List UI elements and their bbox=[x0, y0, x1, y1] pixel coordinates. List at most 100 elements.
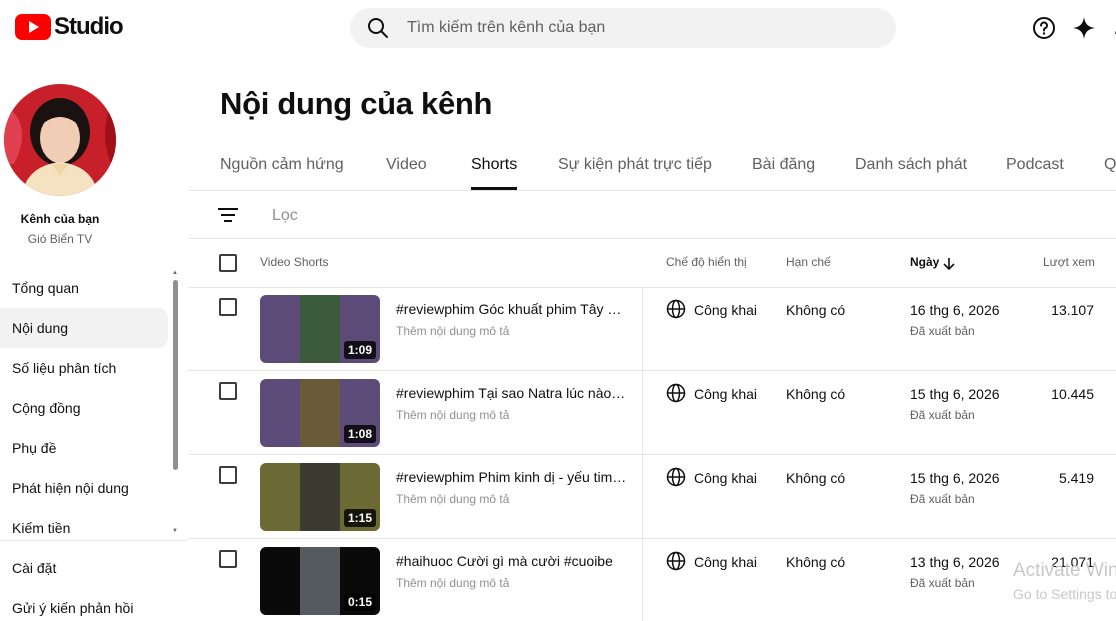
video-duration: 1:08 bbox=[343, 425, 376, 443]
tab-live[interactable]: Sự kiện phát trực tiếp bbox=[558, 144, 712, 190]
visibility-value[interactable]: Công khai bbox=[694, 554, 757, 570]
video-description[interactable]: Thêm nội dung mô tả bbox=[396, 492, 509, 506]
views-value: 5.419 bbox=[1058, 470, 1094, 486]
sidebar-item-community[interactable]: Cộng đồng bbox=[0, 388, 168, 428]
watermark-line2: Go to Settings to activate Windows. bbox=[1013, 586, 1116, 602]
sidebar-item-analytics[interactable]: Số liệu phân tích bbox=[0, 348, 168, 388]
filter-icon[interactable] bbox=[218, 206, 238, 224]
avatar-image bbox=[4, 84, 116, 196]
thumbnail-frame bbox=[300, 463, 340, 531]
header-visibility[interactable]: Chế độ hiển thị bbox=[666, 255, 747, 269]
date-value: 13 thg 6, 2026 bbox=[910, 554, 1000, 570]
sidebar-nav: Tổng quan Nội dung Số liệu phân tích Cộn… bbox=[0, 268, 168, 548]
search-box[interactable]: Tìm kiếm trên kênh của bạn bbox=[350, 8, 896, 48]
views-value: 13.107 bbox=[1051, 302, 1094, 318]
scrollbar-thumb[interactable] bbox=[173, 280, 178, 470]
video-duration: 1:15 bbox=[343, 509, 376, 527]
sidebar-item-monetization[interactable]: Kiếm tiền bbox=[0, 508, 168, 548]
filter-bar[interactable]: Lọc bbox=[188, 191, 1116, 239]
sparkle-icon[interactable] bbox=[1072, 16, 1096, 40]
sidebar-bottom-nav: Cài đặt Gửi ý kiến phản hồi bbox=[0, 548, 168, 621]
row-checkbox[interactable] bbox=[219, 466, 237, 484]
video-duration: 1:09 bbox=[343, 341, 376, 359]
publish-status: Đã xuất bản bbox=[910, 492, 975, 506]
restrictions-value: Không có bbox=[786, 302, 846, 318]
select-all-checkbox[interactable] bbox=[219, 254, 237, 272]
channel-name: Gió Biển TV bbox=[27, 232, 93, 246]
table-header: Video Shorts Chế độ hiển thị Hạn chế Ngà… bbox=[188, 239, 1116, 287]
scroll-up-icon[interactable]: ▲ bbox=[172, 270, 178, 276]
header-views[interactable]: Lượt xem bbox=[1043, 255, 1095, 269]
tab-more[interactable]: Q bbox=[1104, 144, 1116, 190]
video-thumbnail[interactable]: 1:15 bbox=[260, 463, 380, 531]
help-icon[interactable] bbox=[1032, 16, 1056, 40]
tab-inspiration[interactable]: Nguồn cảm hứng bbox=[220, 144, 344, 190]
row-checkbox[interactable] bbox=[219, 298, 237, 316]
sidebar-scrollbar[interactable]: ▲ ▼ bbox=[172, 270, 178, 536]
video-title[interactable]: #reviewphim Góc khuất phim Tây Du Ký bbox=[396, 301, 628, 317]
globe-icon bbox=[666, 383, 686, 403]
table-row[interactable]: 1:15 #reviewphim Phim kinh dị - yếu tim … bbox=[188, 455, 1116, 539]
column-divider bbox=[642, 455, 643, 539]
publish-status: Đã xuất bản bbox=[910, 576, 975, 590]
youtube-studio-app: Studio Tìm kiếm trên kênh của bạn Kênh c… bbox=[0, 0, 1116, 621]
channel-title: Kênh của bạn bbox=[20, 212, 100, 226]
header-video[interactable]: Video Shorts bbox=[260, 255, 329, 269]
sidebar-item-feedback[interactable]: Gửi ý kiến phản hồi bbox=[0, 588, 168, 621]
publish-status: Đã xuất bản bbox=[910, 408, 975, 422]
thumbnail-frame bbox=[300, 547, 340, 615]
column-divider bbox=[642, 287, 643, 371]
tab-video[interactable]: Video bbox=[386, 144, 427, 190]
restrictions-value: Không có bbox=[786, 386, 846, 402]
tab-posts[interactable]: Bài đăng bbox=[752, 144, 815, 190]
sidebar-item-dashboard[interactable]: Tổng quan bbox=[0, 268, 168, 308]
activate-windows-watermark: Activate Windows Go to Settings to activ… bbox=[1013, 560, 1116, 605]
visibility-value[interactable]: Công khai bbox=[694, 470, 757, 486]
globe-icon bbox=[666, 299, 686, 319]
visibility-value[interactable]: Công khai bbox=[694, 386, 757, 402]
video-thumbnail[interactable]: 1:09 bbox=[260, 295, 380, 363]
sidebar-item-subtitles[interactable]: Phụ đề bbox=[0, 428, 168, 468]
globe-icon bbox=[666, 551, 686, 571]
watermark-line1: Activate Windows bbox=[1013, 560, 1116, 581]
video-thumbnail[interactable]: 0:15 bbox=[260, 547, 380, 615]
table-row[interactable]: 1:09 #reviewphim Góc khuất phim Tây Du K… bbox=[188, 287, 1116, 371]
video-thumbnail[interactable]: 1:08 bbox=[260, 379, 380, 447]
video-title[interactable]: #reviewphim Tại sao Natra lúc nào cũng v… bbox=[396, 385, 628, 401]
video-description[interactable]: Thêm nội dung mô tả bbox=[396, 324, 509, 338]
tab-playlists[interactable]: Danh sách phát bbox=[855, 144, 967, 190]
thumbnail-frame bbox=[300, 295, 340, 363]
scroll-down-icon[interactable]: ▼ bbox=[172, 528, 178, 534]
sidebar-item-content[interactable]: Nội dung bbox=[0, 308, 168, 348]
channel-avatar[interactable] bbox=[4, 84, 116, 196]
table-row[interactable]: 1:08 #reviewphim Tại sao Natra lúc nào c… bbox=[188, 371, 1116, 455]
sort-arrow-down-icon bbox=[943, 258, 955, 271]
restrictions-value: Không có bbox=[786, 554, 846, 570]
header-date[interactable]: Ngày bbox=[910, 255, 955, 271]
studio-logo-text: Studio bbox=[54, 13, 124, 40]
video-description[interactable]: Thêm nội dung mô tả bbox=[396, 408, 509, 422]
thumbnail-frame bbox=[300, 379, 340, 447]
row-checkbox[interactable] bbox=[219, 550, 237, 568]
tab-shorts[interactable]: Shorts bbox=[471, 144, 518, 190]
sidebar: Kênh của bạn Gió Biển TV Tổng quan Nội d… bbox=[0, 56, 188, 621]
header-restrictions[interactable]: Hạn chế bbox=[786, 255, 831, 269]
filter-input[interactable]: Lọc bbox=[272, 207, 298, 225]
video-title[interactable]: #haihuoc Cười gì mà cười #cuoibe bbox=[396, 553, 628, 569]
video-title[interactable]: #reviewphim Phim kinh dị - yếu tim đừng … bbox=[396, 469, 628, 485]
sidebar-item-settings[interactable]: Cài đặt bbox=[0, 548, 168, 588]
sidebar-divider bbox=[0, 540, 188, 541]
row-checkbox[interactable] bbox=[219, 382, 237, 400]
globe-icon bbox=[666, 467, 686, 487]
date-value: 15 thg 6, 2026 bbox=[910, 470, 1000, 486]
views-value: 10.445 bbox=[1051, 386, 1094, 402]
table-row[interactable]: 0:15 #haihuoc Cười gì mà cười #cuoibe Th… bbox=[188, 539, 1116, 621]
video-description[interactable]: Thêm nội dung mô tả bbox=[396, 576, 509, 590]
tab-podcast[interactable]: Podcast bbox=[1006, 144, 1064, 190]
column-divider bbox=[642, 371, 643, 455]
page-title: Nội dung của kênh bbox=[220, 86, 493, 121]
account-icon[interactable] bbox=[1110, 16, 1116, 40]
sidebar-item-content-detection[interactable]: Phát hiện nội dung bbox=[0, 468, 168, 508]
visibility-value[interactable]: Công khai bbox=[694, 302, 757, 318]
studio-logo[interactable]: Studio bbox=[15, 13, 124, 41]
